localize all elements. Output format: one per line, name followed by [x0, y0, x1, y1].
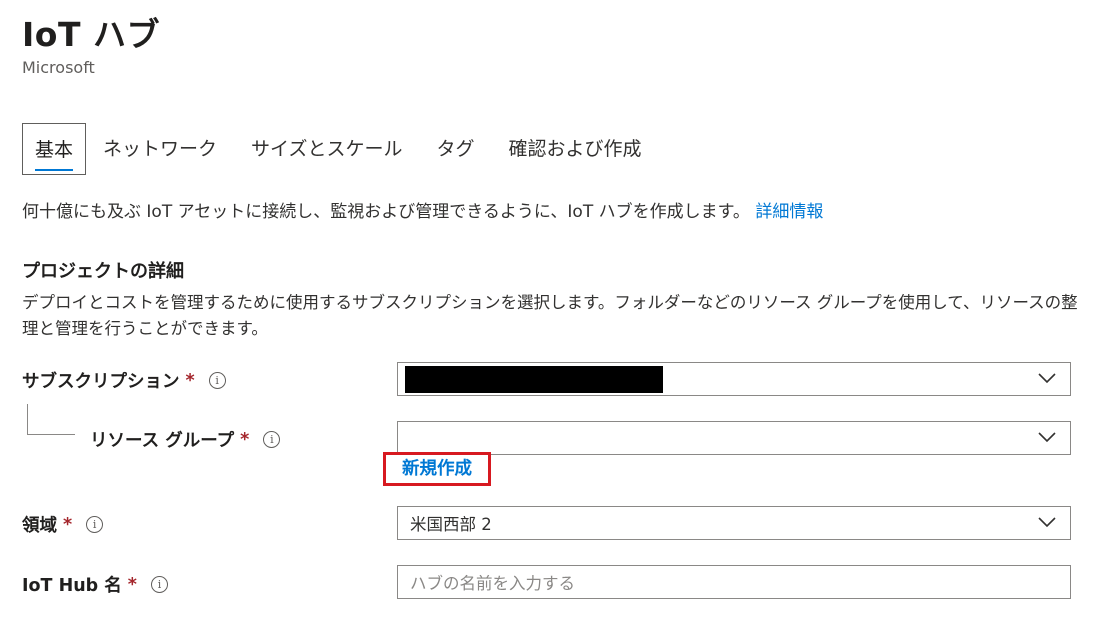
region-label-text: 領域 — [22, 516, 57, 536]
redacted-value — [405, 366, 663, 393]
subscription-label: サブスクリプション * i — [22, 368, 226, 393]
region-value: 米国西部 2 — [410, 515, 492, 534]
resource-group-label-text: リソース グループ — [90, 431, 235, 451]
tab-basics[interactable]: 基本 — [22, 123, 87, 175]
required-marker: * — [240, 429, 250, 450]
resource-group-dropdown[interactable] — [397, 421, 1071, 455]
info-icon[interactable]: i — [208, 372, 226, 389]
create-new-resource-group-link[interactable]: 新規作成 — [383, 452, 491, 486]
tab-size-scale[interactable]: サイズとスケール — [234, 123, 419, 175]
region-dropdown[interactable]: 米国西部 2 — [397, 506, 1071, 540]
hub-name-input[interactable]: ハブの名前を入力する — [397, 565, 1071, 599]
chevron-down-icon — [1038, 517, 1056, 528]
required-marker: * — [185, 370, 195, 391]
tree-connector-horizontal — [27, 434, 75, 435]
hub-name-placeholder: ハブの名前を入力する — [410, 574, 575, 593]
subscription-label-text: サブスクリプション — [22, 372, 180, 392]
project-details-heading: プロジェクトの詳細 — [22, 261, 184, 282]
tree-connector-vertical — [27, 404, 28, 434]
resource-group-label: リソース グループ * i — [90, 427, 281, 452]
info-icon[interactable]: i — [263, 431, 281, 448]
required-marker: * — [127, 574, 137, 595]
intro-description: 何十億にも及ぶ IoT アセットに接続し、監視および管理できるように、IoT ハ… — [22, 202, 750, 222]
intro-text: 何十億にも及ぶ IoT アセットに接続し、監視および管理できるように、IoT ハ… — [22, 197, 823, 222]
publisher-name: Microsoft — [22, 58, 95, 77]
tab-bar: 基本 ネットワーク サイズとスケール タグ 確認および作成 — [22, 123, 659, 175]
tab-tags[interactable]: タグ — [419, 123, 491, 175]
hub-name-label: IoT Hub 名 * i — [22, 572, 168, 597]
project-details-description: デプロイとコストを管理するために使用するサブスクリプションを選択します。フォルダ… — [22, 293, 1078, 338]
chevron-down-icon — [1038, 432, 1056, 443]
info-icon[interactable]: i — [150, 576, 168, 593]
chevron-down-icon — [1038, 373, 1056, 384]
hub-name-label-text: IoT Hub 名 — [22, 576, 122, 596]
subscription-dropdown[interactable] — [397, 362, 1071, 396]
tab-networking[interactable]: ネットワーク — [86, 123, 234, 175]
learn-more-link[interactable]: 詳細情報 — [755, 202, 823, 222]
tab-review-create[interactable]: 確認および作成 — [491, 123, 658, 175]
info-icon[interactable]: i — [86, 516, 104, 533]
required-marker: * — [63, 514, 73, 535]
page-title: IoT ハブ — [22, 15, 160, 54]
region-label: 領域 * i — [22, 512, 104, 537]
